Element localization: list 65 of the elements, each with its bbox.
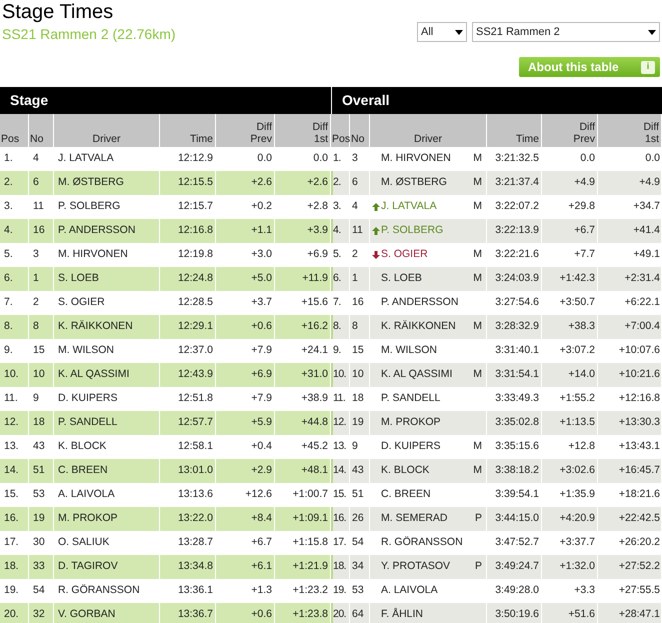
- driver-name: C. BREEN: [381, 487, 432, 502]
- down-arrow-icon: [372, 251, 380, 259]
- class-marker: M: [473, 151, 482, 166]
- table-cell: 32: [29, 603, 54, 623]
- column-header: Driver: [54, 114, 160, 147]
- class-marker: M: [473, 247, 482, 262]
- class-marker: M: [473, 367, 482, 382]
- class-marker: P: [474, 511, 482, 526]
- column-header: Pos: [0, 114, 29, 147]
- driver-name: A. LAIVOLA: [381, 583, 439, 598]
- section-header: Stage: [0, 87, 331, 114]
- caret-icon: [648, 30, 656, 34]
- column-header: Diff Prev: [216, 114, 275, 147]
- up-arrow-icon: [372, 203, 380, 211]
- table-cell: 13:36.7: [160, 603, 216, 623]
- column-header: Driver: [370, 114, 487, 147]
- driver-name: K. BLOCK: [381, 463, 430, 478]
- info-icon: i: [641, 60, 655, 74]
- class-marker: M: [473, 199, 482, 214]
- table-cell: 3:50:19.6: [487, 603, 542, 623]
- table-cell: +28:47.1: [598, 603, 662, 623]
- table-cell: +51.6: [542, 603, 598, 623]
- column-header: Pos: [331, 114, 350, 147]
- driver-name: P. SANDELL: [381, 391, 442, 406]
- driver-name: M. ØSTBERG: [381, 175, 448, 190]
- column-header: Time: [160, 114, 216, 147]
- driver-name: D. KUIPERS: [381, 439, 442, 454]
- column-header: No: [350, 114, 370, 147]
- driver-name: M. WILSON: [381, 343, 438, 358]
- column-header: No: [29, 114, 54, 147]
- class-marker: M: [473, 175, 482, 190]
- driver-name: S. OGIER: [381, 247, 429, 262]
- section-header: Overall: [331, 87, 662, 114]
- table-cell: 20.: [0, 603, 29, 623]
- class-marker: P: [474, 559, 482, 574]
- driver-name: R. GÖRANSSON: [381, 535, 464, 550]
- driver-name: P. SOLBERG: [381, 223, 444, 238]
- page-title: Stage Times: [2, 0, 114, 24]
- column-header: Diff Prev: [542, 114, 598, 147]
- stage-subtitle: SS21 Rammen 2 (22.76km): [2, 25, 176, 43]
- driver-name: S. LOEB: [381, 271, 423, 286]
- driver-name: M. HIRVONEN: [381, 151, 452, 166]
- up-arrow-icon: [372, 227, 380, 235]
- driver-name: M. SEMERAD: [381, 511, 449, 526]
- driver-name: J. LATVALA: [381, 199, 438, 214]
- driver-name: M. PROKOP: [381, 415, 442, 430]
- table-cell: +0.6: [216, 603, 275, 623]
- driver-name: P. ANDERSSON: [381, 295, 460, 310]
- dropdown[interactable]: SS21 Rammen 2: [472, 22, 660, 42]
- table-cell: V. GORBAN: [54, 603, 160, 623]
- class-marker: M: [473, 271, 482, 286]
- class-marker: M: [473, 439, 482, 454]
- class-marker: M: [473, 319, 482, 334]
- driver-name: K. RÄIKKONEN: [381, 319, 457, 334]
- column-header: Time: [487, 114, 542, 147]
- column-header: Diff 1st: [275, 114, 331, 147]
- driver-name: K. AL QASSIMI: [381, 367, 454, 382]
- table-cell: 64: [350, 603, 370, 623]
- dropdown[interactable]: All: [417, 22, 467, 42]
- table-cell: 20.: [333, 603, 350, 623]
- caret-icon: [455, 30, 463, 34]
- column-header: Diff 1st: [598, 114, 662, 147]
- class-marker: M: [473, 463, 482, 478]
- driver-name: F. ÅHLIN: [381, 607, 424, 622]
- driver-name: Y. PROTASOV: [381, 559, 452, 574]
